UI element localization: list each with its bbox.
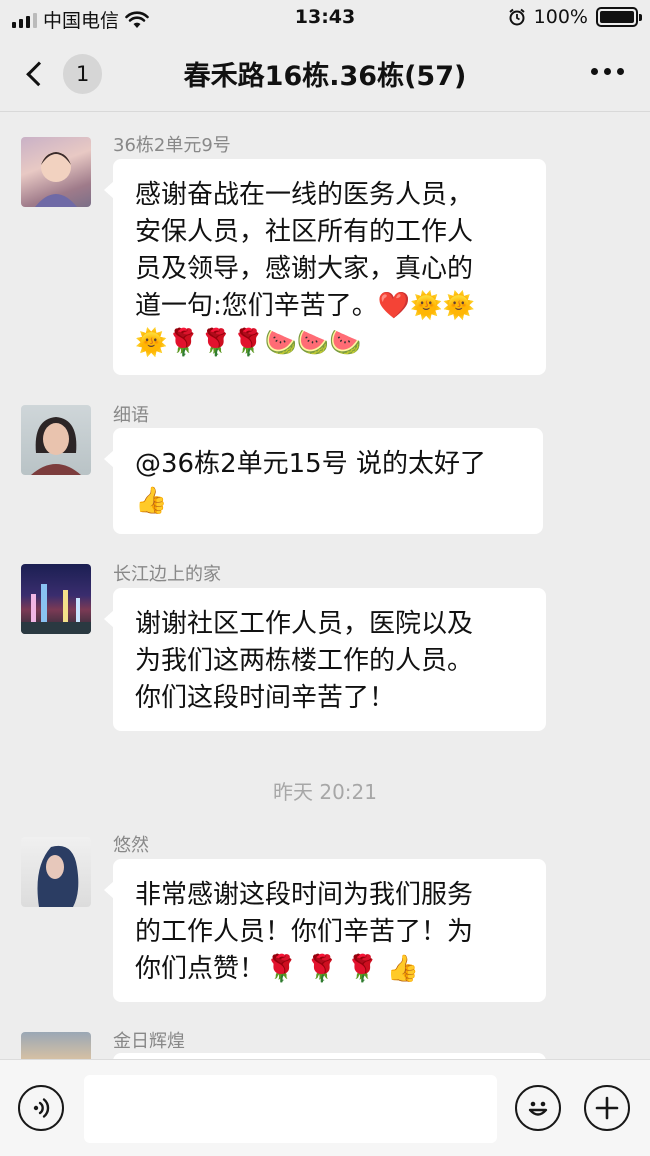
message-line: 非常感谢这段时间为我们服务 xyxy=(135,880,474,910)
message-line: 谢谢社区工作人员，医院以及 xyxy=(135,609,474,639)
message-line: 你们这段时间辛苦了！ xyxy=(135,683,396,713)
status-right: 100% xyxy=(508,6,642,28)
avatar[interactable] xyxy=(21,837,91,907)
message-bubble[interactable]: 感谢奋战在一线的医务人员， 安保人员，社区所有的工作人 员及领导，感谢大家，真心… xyxy=(104,159,546,375)
plus-icon xyxy=(595,1096,619,1120)
message-line: @36栋2单元15号 说的太好了 xyxy=(135,449,486,479)
voice-button[interactable] xyxy=(18,1085,64,1131)
more-dots-icon xyxy=(591,68,598,75)
avatar[interactable] xyxy=(21,405,91,475)
status-bar: 中国电信 13:43 100% xyxy=(0,0,650,36)
avatar[interactable] xyxy=(21,564,91,634)
alarm-icon xyxy=(509,8,525,26)
avatar[interactable] xyxy=(21,137,91,207)
voice-icon xyxy=(33,1098,50,1118)
message-line: 🌞🌹🌹🌹🍉🍉🍉 xyxy=(135,328,362,358)
emoji-icon xyxy=(528,1101,548,1116)
message-line: 员及领导，感谢大家，真心的 xyxy=(135,254,474,284)
input-bar xyxy=(0,1059,650,1156)
message-bubble[interactable]: 非常感谢这段时间为我们服务 的工作人员！你们辛苦了！为 你们点赞！🌹 🌹 🌹 👍 xyxy=(104,859,546,1002)
emoji-button[interactable] xyxy=(515,1085,561,1131)
message-line: 安保人员，社区所有的工作人 xyxy=(135,217,474,247)
add-button[interactable] xyxy=(584,1085,630,1131)
battery-percent: 100% xyxy=(533,6,588,28)
nav-bar: 1 春禾路16栋.36栋(57) xyxy=(0,36,650,112)
sender-name: 36栋2单元9号 xyxy=(113,135,231,156)
message-line: 👍 xyxy=(135,486,168,516)
sender-name: 金日辉煌 xyxy=(113,1031,185,1052)
time-divider: 昨天 20:21 xyxy=(273,780,377,804)
message-line: 道一句:您们辛苦了。❤️🌞🌞 xyxy=(135,291,475,321)
sender-name: 细语 xyxy=(113,405,149,426)
message-bubble[interactable]: 谢谢社区工作人员，医院以及 为我们这两栋楼工作的人员。 你们这段时间辛苦了！ xyxy=(104,588,546,731)
message-line: 为我们这两栋楼工作的人员。 xyxy=(135,646,474,676)
battery-icon xyxy=(596,7,642,27)
message-line: 你们点赞！🌹 🌹 🌹 👍 xyxy=(135,954,420,984)
chat-area[interactable]: 36栋2单元9号 感谢奋战在一线的医务人员， 安保人员，社区所有的工作人 员及领… xyxy=(0,113,650,1059)
more-button[interactable] xyxy=(591,68,624,75)
message-input[interactable] xyxy=(84,1075,497,1143)
message-line: 感谢奋战在一线的医务人员， xyxy=(135,180,474,210)
sender-name: 长江边上的家 xyxy=(113,564,221,585)
avatar[interactable] xyxy=(21,1032,91,1059)
message-line: 的工作人员！你们辛苦了！为 xyxy=(135,917,474,947)
chat-title: 春禾路16栋.36栋(57) xyxy=(183,61,467,92)
message-bubble[interactable]: @36栋2单元15号 说的太好了 👍 xyxy=(104,428,543,534)
sender-name: 悠然 xyxy=(113,835,149,856)
